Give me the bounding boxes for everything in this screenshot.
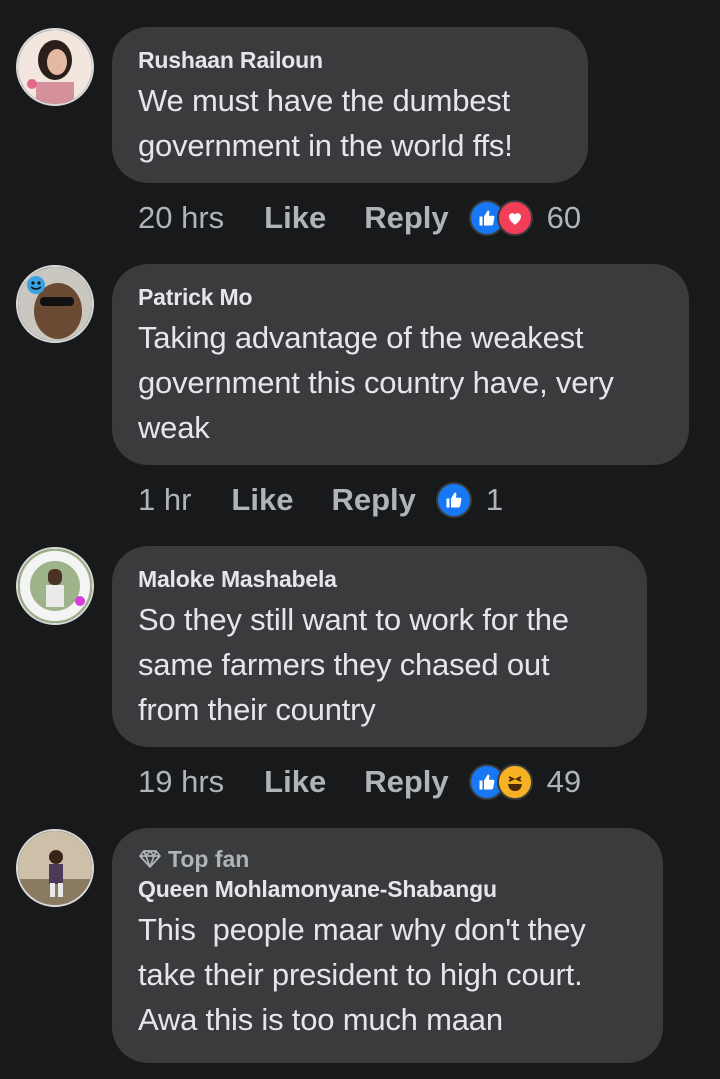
comment-bubble: Rushaan Railoun We must have the dumbest… (112, 27, 588, 183)
comment-author[interactable]: Maloke Mashabela (138, 564, 621, 594)
diamond-icon (139, 850, 161, 868)
comment-actions: 19 hrs Like Reply 49 (138, 762, 581, 802)
comment-text-line: Awa this is too much maan (138, 1002, 503, 1037)
love-icon (496, 200, 533, 236)
comment-author[interactable]: Queen Mohlamonyane-Shabangu (138, 874, 637, 904)
avatar[interactable] (16, 829, 94, 907)
haha-icon (496, 764, 533, 800)
comment-text-line: same farmers they chased out (138, 647, 550, 682)
avatar[interactable] (16, 265, 94, 343)
comment-bubble: Maloke Mashabela So they still want to w… (112, 546, 647, 747)
comment-bubble: Patrick Mo Taking advantage of the weake… (112, 264, 689, 465)
comment-text-line: We must have the dumbest (138, 83, 510, 118)
comment-text-line: take their president to high court. (138, 957, 583, 992)
comment-text-line: government this country have, very (138, 365, 614, 400)
comment-actions: 1 hr Like Reply 1 (138, 480, 503, 520)
reaction-count[interactable]: 49 (547, 764, 581, 800)
comment-text: Taking advantage of the weakest governme… (138, 315, 663, 450)
top-fan-label: Top fan (168, 846, 250, 872)
comment-author[interactable]: Rushaan Railoun (138, 45, 562, 75)
comment-text-line: So they still want to work for the (138, 602, 569, 637)
comment-text-line: This people maar why don't they (138, 912, 586, 947)
comment-text: This people maar why don't they take the… (138, 907, 637, 1042)
top-fan-badge: Top fan (138, 844, 637, 874)
comment-bubble: Top fan Queen Mohlamonyane-Shabangu This… (112, 828, 663, 1063)
avatar[interactable] (16, 28, 94, 106)
timestamp[interactable]: 1 hr (138, 482, 191, 518)
reactions[interactable] (435, 482, 472, 518)
avatar[interactable] (16, 547, 94, 625)
comment-text: So they still want to work for the same … (138, 597, 621, 732)
timestamp[interactable]: 20 hrs (138, 200, 224, 236)
like-button[interactable]: Like (264, 764, 326, 800)
reply-button[interactable]: Reply (331, 482, 415, 518)
comment-author[interactable]: Patrick Mo (138, 282, 663, 312)
comment-text-line: weak (138, 410, 210, 445)
reaction-count[interactable]: 1 (486, 482, 503, 518)
comment-actions: 20 hrs Like Reply 60 (138, 198, 581, 238)
reactions[interactable] (468, 200, 533, 236)
reaction-count[interactable]: 60 (547, 200, 581, 236)
like-icon (435, 482, 472, 518)
comment-text: We must have the dumbest government in t… (138, 78, 562, 168)
reply-button[interactable]: Reply (364, 200, 448, 236)
comment-text-line: Taking advantage of the weakest (138, 320, 584, 355)
like-button[interactable]: Like (264, 200, 326, 236)
comment-text-line: government in the world ffs! (138, 128, 513, 163)
reply-button[interactable]: Reply (364, 764, 448, 800)
comment-text-line: from their country (138, 692, 376, 727)
like-button[interactable]: Like (231, 482, 293, 518)
timestamp[interactable]: 19 hrs (138, 764, 224, 800)
reactions[interactable] (468, 764, 533, 800)
